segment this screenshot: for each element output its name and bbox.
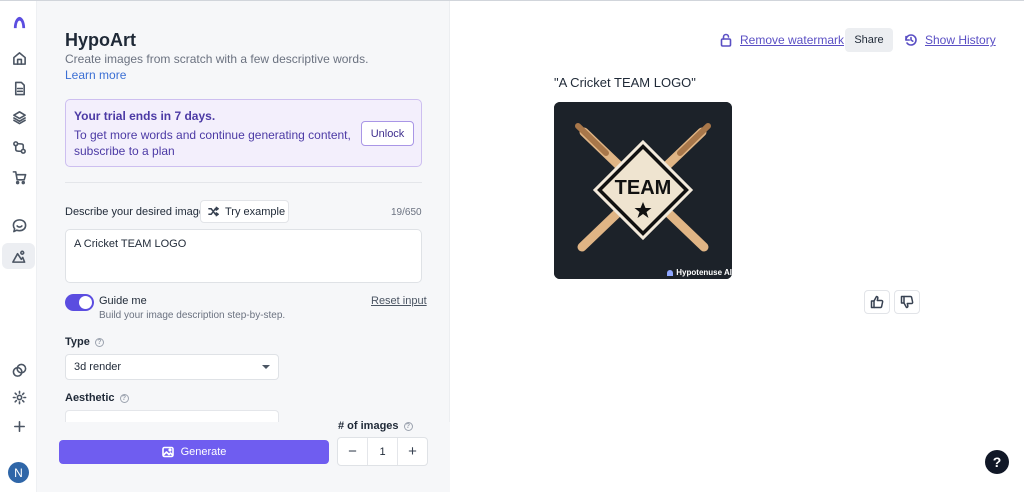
thumbs-up-button[interactable] — [864, 290, 890, 314]
settings-icon — [12, 390, 26, 404]
num-images-value[interactable]: 1 — [367, 438, 398, 465]
thumbs-down-button[interactable] — [894, 290, 920, 314]
chat-icon — [12, 218, 26, 232]
watermark-text: Hypotenuse AI — [676, 268, 732, 277]
num-images-label: # of images? — [338, 420, 413, 432]
unlock-button[interactable]: Unlock — [361, 121, 414, 146]
type-select-value: 3d render — [74, 361, 122, 373]
generated-image[interactable]: TEAM Hypotenuse AI — [554, 102, 732, 279]
type-select[interactable]: 3d render — [65, 354, 279, 380]
sidebar-item-add[interactable] — [6, 413, 32, 439]
watermark: Hypotenuse AI — [667, 268, 732, 277]
decrement-button[interactable]: − — [338, 438, 367, 465]
generate-button[interactable]: Generate — [59, 440, 329, 464]
guide-me-toggle[interactable] — [65, 294, 94, 311]
home-icon — [12, 51, 26, 65]
sidebar-item-workflows[interactable] — [6, 134, 32, 160]
sidebar-item-cart[interactable] — [6, 164, 32, 190]
show-history-button[interactable]: Show History — [904, 33, 996, 47]
thumbs-down-icon — [900, 295, 914, 309]
help-icon[interactable]: ? — [119, 394, 129, 403]
app-root: N HypoArt Create images from scratch wit… — [0, 0, 1024, 492]
aesthetic-label: Aesthetic? — [65, 392, 129, 404]
sidebar-rail: N — [0, 1, 37, 492]
result-prompt-title: "A Cricket TEAM LOGO" — [554, 75, 696, 90]
trial-banner: Your trial ends in 7 days. To get more w… — [65, 99, 422, 167]
page-subtitle: Create images from scratch with a few de… — [65, 52, 369, 66]
share-button[interactable]: Share — [845, 28, 893, 52]
history-icon — [905, 34, 917, 46]
chevron-down-icon — [262, 365, 270, 369]
trial-body: To get more words and continue generatin… — [74, 128, 351, 158]
watermark-logo-icon — [667, 269, 674, 276]
sidebar-item-settings[interactable] — [6, 384, 32, 410]
plus-icon — [13, 420, 25, 432]
guide-me-label: Guide me — [99, 295, 147, 307]
show-history-label: Show History — [925, 33, 996, 47]
guide-me-subtitle: Build your image description step-by-ste… — [99, 310, 286, 321]
sidebar-item-layers[interactable] — [6, 104, 32, 130]
cricket-logo-image: TEAM — [554, 102, 732, 279]
remove-watermark-label: Remove watermark — [740, 33, 845, 47]
form-panel: HypoArt Create images from scratch with … — [37, 1, 450, 492]
description-label: Describe your desired image — [65, 206, 206, 218]
layers-icon — [12, 110, 26, 124]
shuffle-icon — [208, 206, 219, 217]
learn-more-link[interactable]: Learn more — [65, 68, 126, 82]
try-example-button[interactable]: Try example — [200, 200, 289, 223]
help-icon[interactable]: ? — [94, 338, 104, 347]
description-input[interactable]: A Cricket TEAM LOGO — [65, 229, 422, 283]
toggle-knob — [79, 296, 92, 309]
increment-button[interactable]: + — [398, 438, 427, 465]
try-example-label: Try example — [225, 205, 286, 218]
thumbs-up-icon — [870, 295, 884, 309]
logo-icon[interactable] — [6, 9, 32, 35]
sidebar-item-home[interactable] — [6, 45, 32, 71]
help-button[interactable]: ? — [985, 450, 1009, 474]
reset-input-link[interactable]: Reset input — [371, 295, 427, 307]
character-counter: 19/650 — [391, 207, 422, 218]
type-label-text: Type — [65, 336, 90, 348]
page-title: HypoArt — [65, 30, 136, 50]
type-label: Type? — [65, 336, 104, 348]
num-images-label-text: # of images — [338, 420, 399, 432]
help-icon[interactable]: ? — [403, 422, 413, 431]
divider — [65, 182, 422, 183]
image-art-icon — [12, 250, 26, 263]
sidebar-item-integrations[interactable] — [6, 357, 32, 383]
num-images-stepper: − 1 + — [337, 437, 428, 466]
generate-label: Generate — [180, 446, 227, 458]
logo-text: TEAM — [615, 177, 672, 199]
remove-watermark-button[interactable]: Remove watermark — [719, 33, 844, 47]
aesthetic-label-text: Aesthetic — [65, 392, 115, 404]
sidebar-item-chat[interactable] — [6, 212, 32, 238]
cart-icon — [12, 170, 26, 184]
trial-title: Your trial ends in 7 days. — [74, 109, 216, 123]
sidebar-item-documents[interactable] — [6, 75, 32, 101]
lock-icon — [720, 33, 732, 47]
avatar[interactable]: N — [8, 462, 29, 483]
image-icon — [161, 446, 174, 458]
document-icon — [14, 81, 25, 95]
sidebar-item-hypoart[interactable] — [2, 243, 35, 269]
integrations-icon — [12, 363, 26, 377]
workflow-icon — [12, 140, 26, 154]
